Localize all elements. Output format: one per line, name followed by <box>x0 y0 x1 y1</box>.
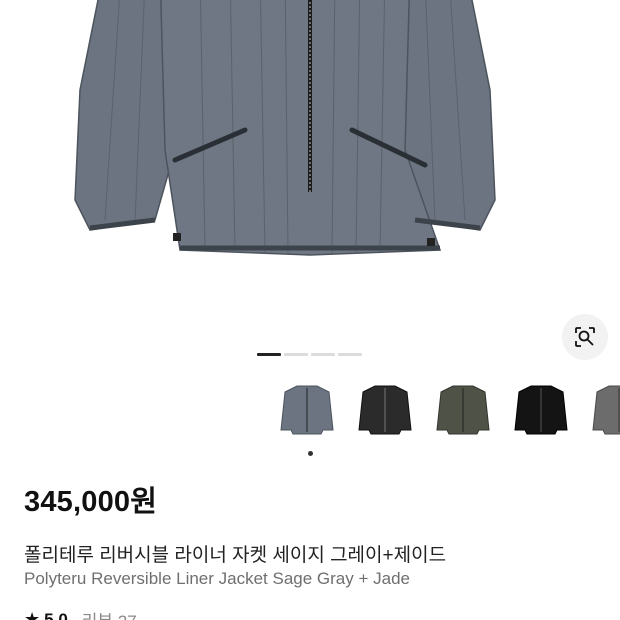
product-image-carousel[interactable] <box>0 0 620 372</box>
product-rating[interactable]: ★ 5.0 리뷰 27 <box>24 607 137 620</box>
product-name-english: Polyteru Reversible Liner Jacket Sage Gr… <box>24 569 411 588</box>
star-icon: ★ <box>24 609 41 620</box>
color-option-thumbnails <box>278 380 620 440</box>
thumbnail-black[interactable] <box>356 380 414 440</box>
product-main-image <box>74 0 496 256</box>
carousel-dot[interactable] <box>311 353 335 356</box>
thumbnail-sage-gray[interactable] <box>278 380 336 440</box>
thumbnail-olive[interactable] <box>434 380 492 440</box>
product-price: 345,000원 <box>24 486 158 518</box>
image-search-button[interactable] <box>562 314 608 360</box>
image-search-icon <box>575 327 595 347</box>
product-name-korean: 폴리테루 리버시블 라이너 자켓 세이지 그레이+제이드 <box>24 545 447 566</box>
carousel-dot[interactable] <box>284 353 308 356</box>
carousel-pagination <box>257 353 362 356</box>
carousel-dot-active[interactable] <box>257 353 281 356</box>
thumbnail-gray[interactable] <box>590 380 620 440</box>
thumbnail-scroll-indicator <box>308 451 313 456</box>
rating-score: 5.0 <box>44 609 68 620</box>
review-count-link[interactable]: 리뷰 27 <box>82 607 137 620</box>
thumbnail-fleece-black[interactable] <box>512 380 570 440</box>
carousel-dot[interactable] <box>338 353 362 356</box>
